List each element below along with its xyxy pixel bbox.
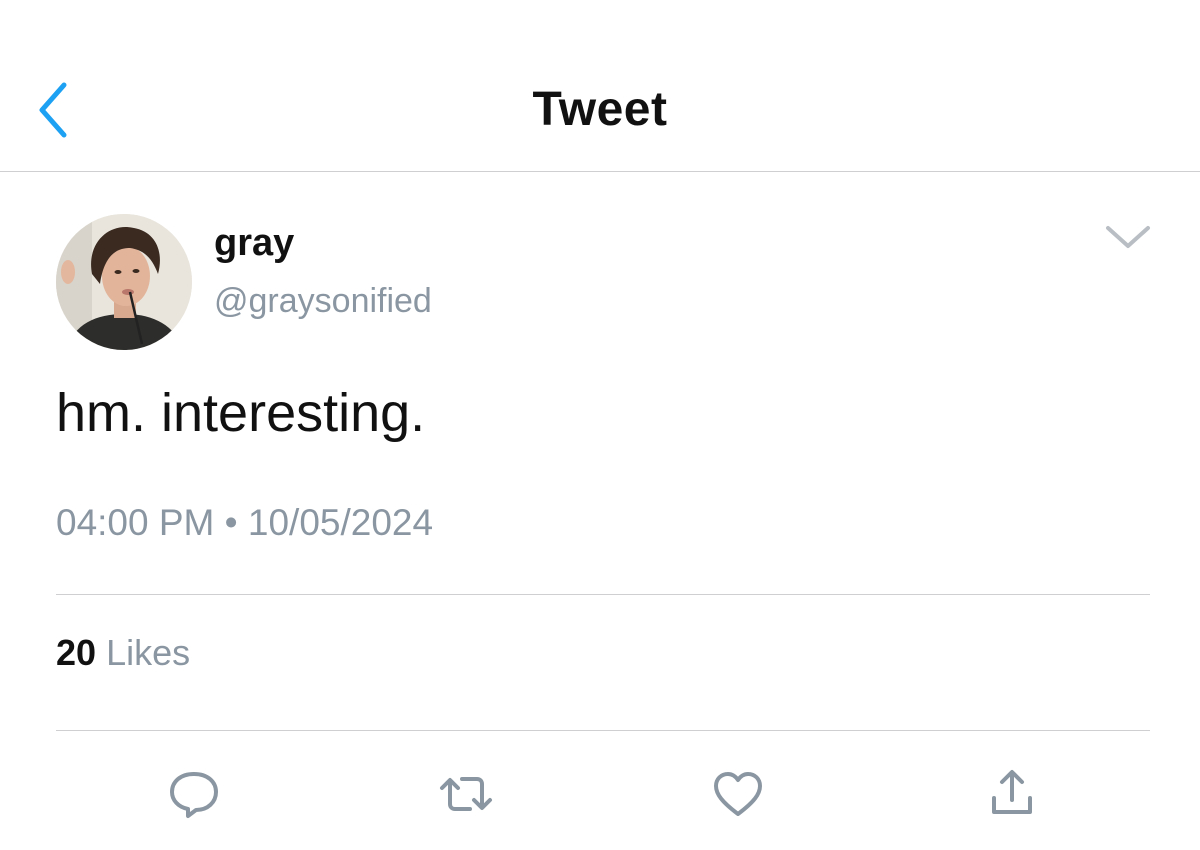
chevron-down-icon [1106,226,1150,248]
heart-icon [714,772,762,816]
like-button[interactable] [708,766,768,822]
likes-count: 20 [56,632,97,673]
avatar[interactable] [56,214,192,350]
tweet-options-button[interactable] [1102,218,1154,254]
tweet-text: hm. interesting. [56,383,426,443]
retweet-button[interactable] [436,766,496,822]
author-handle[interactable]: @graysonified [214,282,432,321]
share-icon [992,770,1032,814]
divider [56,594,1150,595]
page-title: Tweet [532,83,668,136]
likes-label: Likes [106,632,191,673]
divider [56,730,1150,731]
reply-button[interactable] [164,766,224,822]
tweet-timestamp: 04:00 PM • 10/05/2024 [56,502,434,543]
reply-icon [170,772,218,818]
retweet-icon [440,777,492,811]
tweet-detail-screen: Tweet gray @graysonified hm. interesting… [0,0,1200,850]
author-name[interactable]: gray [214,222,294,265]
top-bar: Tweet [0,0,1200,172]
profile-photo [56,214,192,350]
likes-stat[interactable]: 20 Likes [56,632,190,674]
share-button[interactable] [982,766,1042,822]
